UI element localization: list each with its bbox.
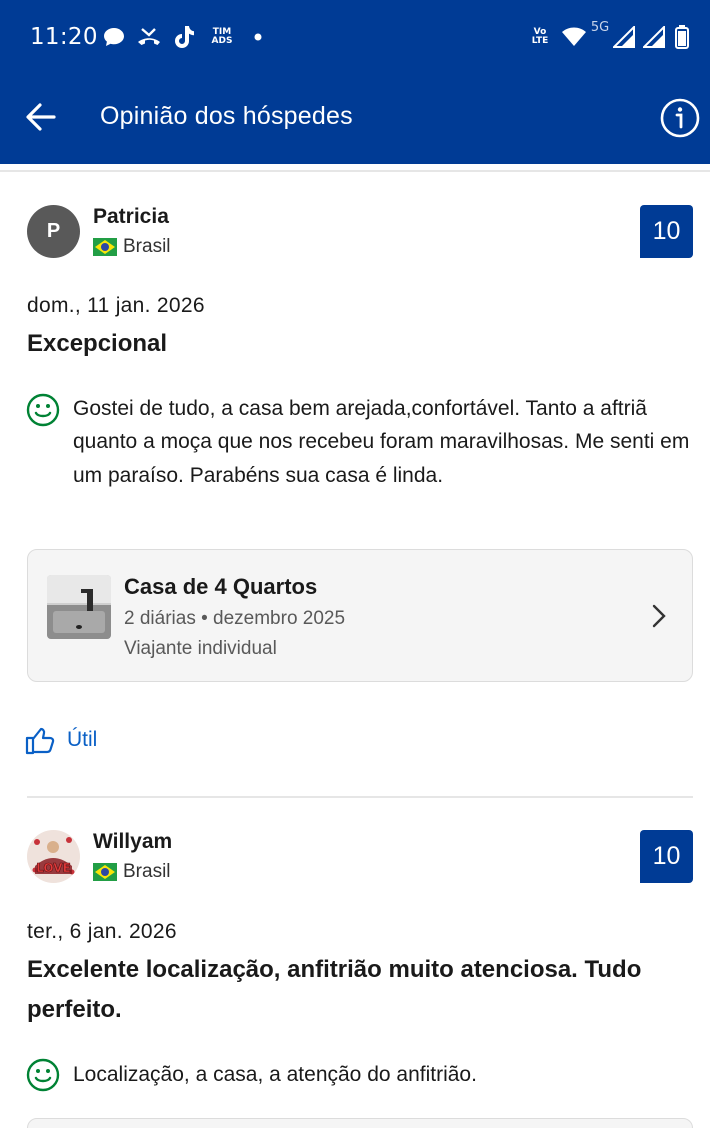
- avatar-love-text: LOVE: [36, 861, 71, 875]
- chat-bubble-icon: [102, 24, 126, 50]
- brazil-flag-icon: [93, 863, 117, 881]
- review-headline: Excepcional: [27, 330, 168, 357]
- stay-details-card[interactable]: [27, 1118, 693, 1128]
- smiley-icon: [26, 1058, 60, 1092]
- page-title: Opinião dos hóspedes: [100, 102, 353, 130]
- reviewer-country: Brasil: [93, 236, 171, 258]
- info-icon[interactable]: [660, 98, 700, 138]
- lte-label: LTE: [531, 36, 549, 46]
- room-name: Casa de 4 Quartos: [124, 574, 318, 599]
- tim-ads-icon: TIM ADS: [210, 24, 234, 50]
- avatar: LOVE: [27, 830, 80, 883]
- wifi-icon: [560, 24, 588, 50]
- divider: [0, 170, 710, 172]
- reviewer-name: Willyam: [93, 830, 173, 853]
- positive-comment: Gostei de tudo, a casa bem arejada,confo…: [73, 397, 690, 487]
- tiktok-icon: [172, 24, 196, 50]
- room-thumbnail: [47, 575, 111, 639]
- chevron-right-icon: [648, 602, 670, 630]
- ads-label: ADS: [211, 36, 233, 46]
- arrow-left-icon[interactable]: [24, 100, 58, 134]
- missed-call-icon: [136, 24, 162, 50]
- divider: [27, 796, 693, 798]
- signal-icon: [642, 24, 666, 50]
- useful-label: Útil: [67, 728, 98, 751]
- avatar: P: [27, 205, 80, 258]
- battery-icon: [674, 24, 690, 50]
- stay-duration: 2 diárias • dezembro 2025: [124, 608, 346, 629]
- useful-button[interactable]: Útil: [25, 725, 97, 755]
- brazil-flag-icon: [93, 238, 117, 256]
- smiley-icon: [26, 393, 60, 427]
- review-date: ter., 6 jan. 2026: [27, 920, 177, 943]
- score-badge: 10: [640, 830, 693, 883]
- volte-icon: Vo LTE: [528, 24, 552, 50]
- score-badge: 10: [640, 205, 693, 258]
- reviewer-name: Patricia: [93, 205, 169, 228]
- signal-icon: [612, 24, 636, 50]
- country-label: Brasil: [123, 861, 171, 882]
- review-headline: Excelente localização, anfitrião muito a…: [27, 956, 642, 1023]
- status-bar: 11:20 TIM ADS Vo LTE 5G: [0, 0, 710, 78]
- thumbs-up-icon: [25, 727, 55, 755]
- dot-icon: [253, 24, 263, 50]
- traveler-type: Viajante individual: [124, 638, 277, 659]
- stay-details-card[interactable]: Casa de 4 Quartos 2 diárias • dezembro 2…: [27, 549, 693, 682]
- reviewer-country: Brasil: [93, 861, 171, 883]
- status-time: 11:20: [30, 24, 98, 50]
- app-bar: Opinião dos hóspedes: [0, 78, 710, 164]
- country-label: Brasil: [123, 236, 171, 257]
- network-type: 5G: [590, 19, 610, 35]
- review-date: dom., 11 jan. 2026: [27, 294, 205, 317]
- positive-comment: Localização, a casa, a atenção do anfitr…: [73, 1063, 477, 1086]
